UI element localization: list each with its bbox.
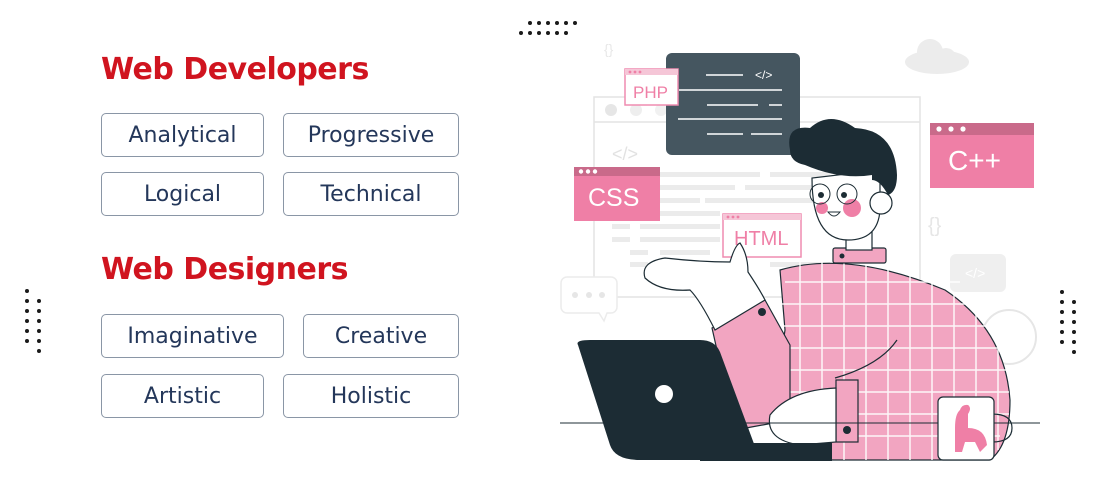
svg-text:</>: </> [965, 265, 985, 281]
cpp-badge: C++ [930, 123, 1034, 188]
css-badge: CSS [574, 167, 660, 221]
developer-illustration: </> {} {} </> </> PHP CSS HTML C++ [560, 39, 1040, 461]
svg-text:</>: </> [755, 68, 772, 82]
svg-text:PHP: PHP [633, 83, 668, 102]
code-tag-icon: </> [612, 144, 638, 164]
svg-text:CSS: CSS [588, 184, 639, 212]
code-editor-window: </> [666, 53, 800, 155]
svg-text:C++: C++ [948, 145, 1001, 176]
braces-icon-right: {} [928, 215, 942, 237]
braces-icon: {} [604, 41, 614, 57]
cloud-icon [905, 39, 969, 74]
code-chip-grey: </> [950, 254, 1006, 292]
php-badge: PHP [624, 68, 679, 106]
chat-bubble-icon [560, 276, 618, 323]
